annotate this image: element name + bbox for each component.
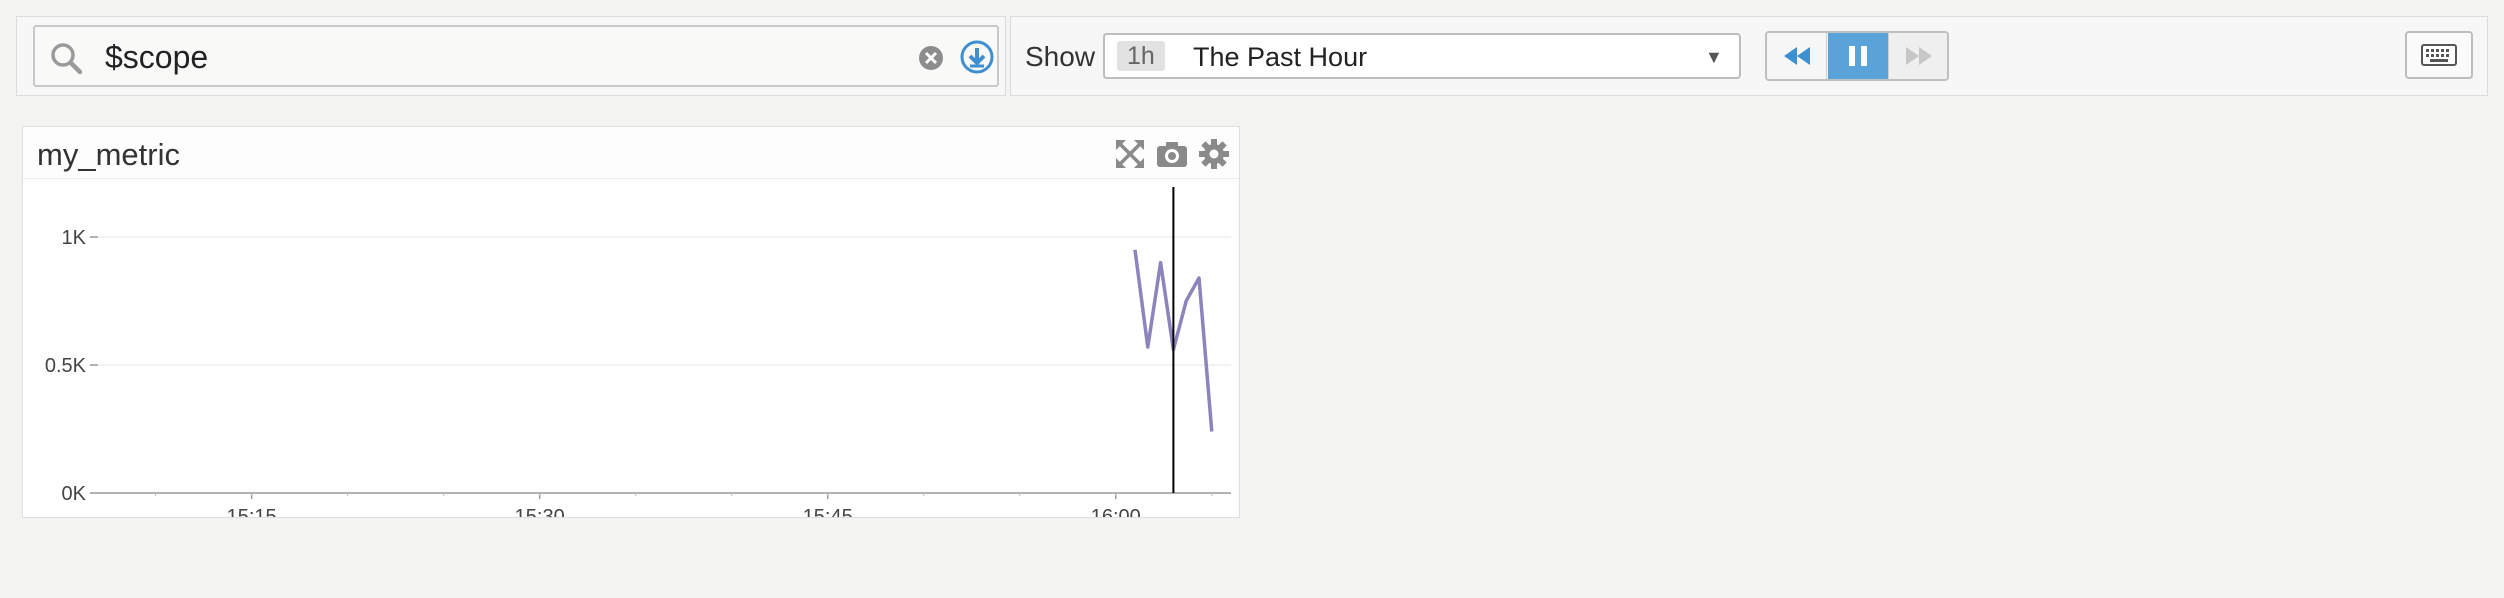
- x-tick-label: 15:15: [227, 506, 277, 517]
- metric-widget: my_metric 0K 0.5K 1K 15:15 15:30 15:45 1…: [22, 126, 1240, 518]
- y-tick-label: 0K: [62, 483, 87, 505]
- x-tick-label: 15:30: [515, 506, 565, 517]
- fast-forward-button[interactable]: [1888, 33, 1947, 79]
- chevron-down-icon: ▼: [1705, 47, 1723, 67]
- pause-button[interactable]: [1828, 33, 1888, 79]
- fast-forward-icon: [1905, 47, 1932, 65]
- x-tick-label: 15:45: [803, 506, 853, 517]
- search-input[interactable]: [105, 33, 905, 81]
- search-icon: [49, 41, 83, 75]
- x-tick-label: 16:00: [1091, 506, 1141, 517]
- timeframe-text: The Past Hour: [1193, 42, 1368, 72]
- timeframe-badge: 1h: [1117, 41, 1165, 71]
- expand-icon[interactable]: [1113, 137, 1147, 171]
- pause-icon: [1849, 46, 1867, 66]
- show-label: Show: [1025, 41, 1096, 72]
- search-box[interactable]: [33, 25, 999, 87]
- y-tick-label: 1K: [62, 227, 87, 249]
- keyboard-shortcuts-button[interactable]: [2405, 31, 2473, 79]
- save-icon[interactable]: [959, 39, 995, 75]
- keyboard-icon: [2421, 44, 2457, 66]
- camera-icon[interactable]: [1155, 137, 1189, 171]
- search-panel: [16, 16, 1006, 96]
- time-controls-panel: Show 1h The Past Hour ▼: [1010, 16, 2488, 96]
- timeframe-select[interactable]: 1h The Past Hour ▼: [1103, 33, 1741, 79]
- rewind-button[interactable]: [1767, 33, 1827, 79]
- playback-controls: [1765, 31, 1949, 81]
- y-tick-label: 0.5K: [45, 355, 87, 377]
- gear-icon[interactable]: [1197, 137, 1231, 171]
- clear-icon[interactable]: [917, 44, 945, 72]
- metric-chart[interactable]: 0K 0.5K 1K 15:15 15:30 15:45 16:00: [23, 179, 1241, 517]
- widget-title: my_metric: [37, 137, 180, 172]
- widget-header: my_metric: [23, 127, 1239, 179]
- rewind-icon: [1783, 47, 1810, 65]
